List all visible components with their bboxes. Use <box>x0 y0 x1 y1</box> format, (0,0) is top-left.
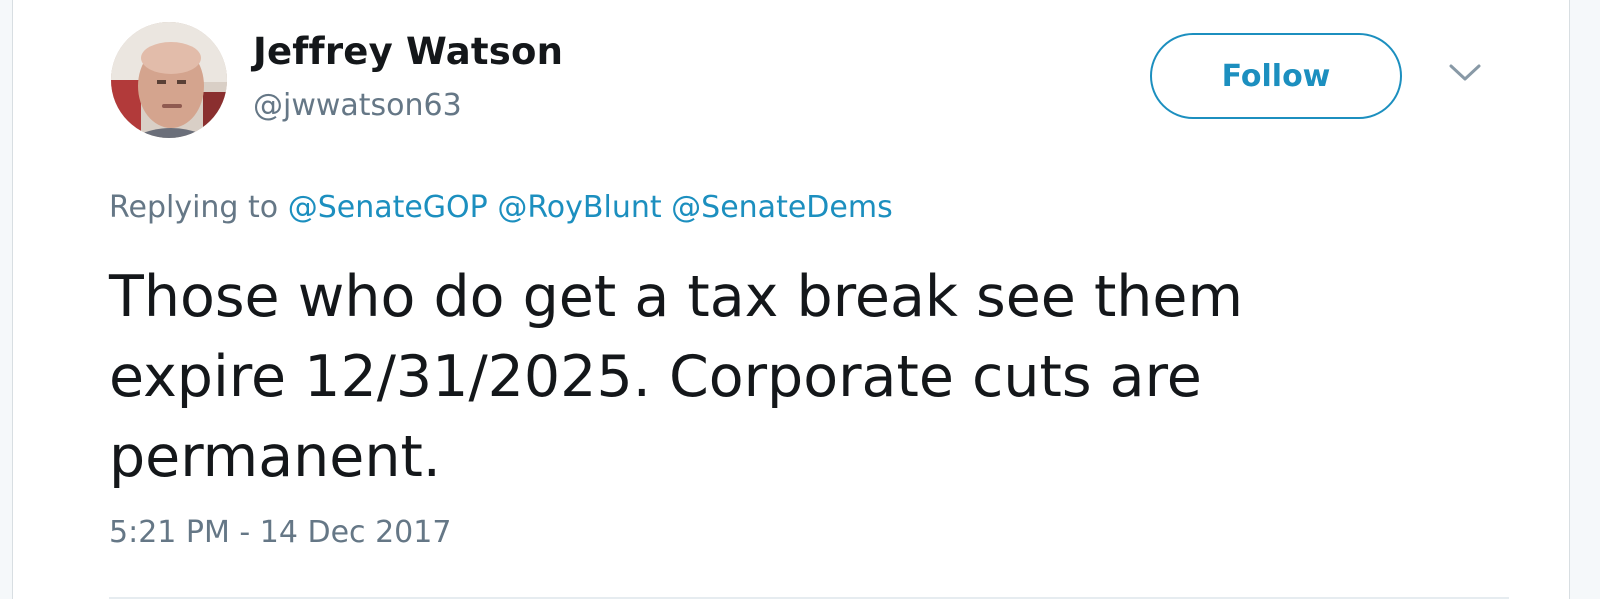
replying-to: Replying to @SenateGOP @RoyBlunt @Senate… <box>109 190 893 225</box>
tweet-timestamp[interactable]: 5:21 PM - 14 Dec 2017 <box>109 515 451 550</box>
more-options-chevron-down-icon[interactable] <box>1448 62 1482 84</box>
mention-royblunt[interactable]: @RoyBlunt <box>497 190 661 225</box>
user-handle[interactable]: @jwwatson63 <box>253 88 462 123</box>
profile-photo-icon <box>111 22 227 138</box>
avatar[interactable] <box>111 22 227 138</box>
user-display-name[interactable]: Jeffrey Watson <box>253 30 563 73</box>
background-page-left <box>0 0 12 599</box>
follow-button[interactable]: Follow <box>1150 33 1402 119</box>
mention-senatedems[interactable]: @SenateDems <box>671 190 893 225</box>
tweet-card: Jeffrey Watson @jwwatson63 Follow Replyi… <box>12 0 1570 599</box>
replying-to-label: Replying to <box>109 190 279 225</box>
tweet-text: Those who do get a tax break see them ex… <box>109 264 1244 490</box>
background-page-right <box>1570 0 1600 599</box>
mention-senategop[interactable]: @SenateGOP <box>288 190 488 225</box>
